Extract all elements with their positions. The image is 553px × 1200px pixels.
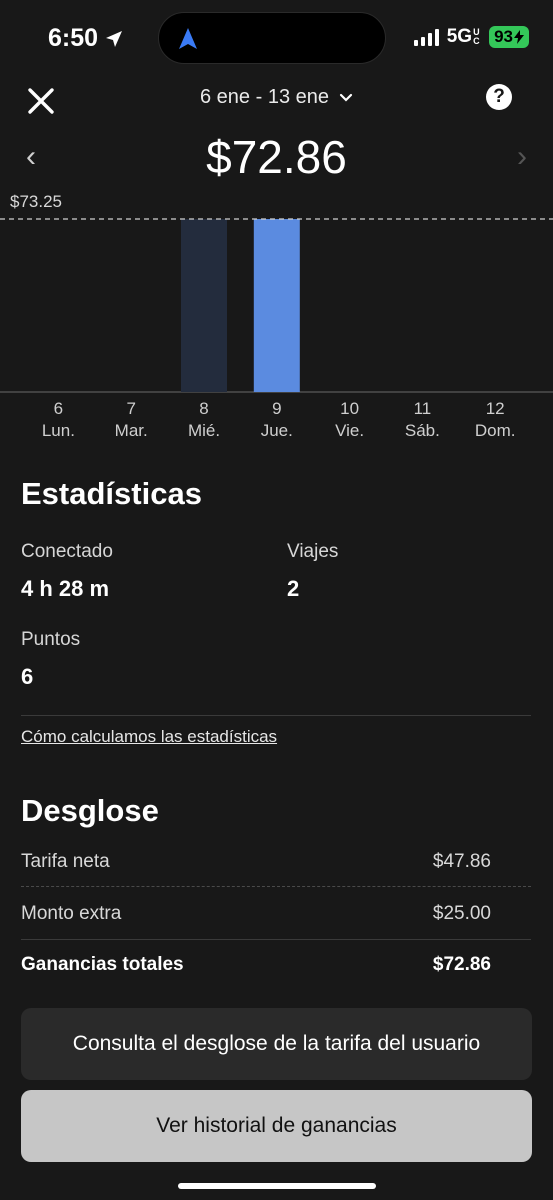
total-divider (21, 939, 531, 940)
stats-title: Estadísticas (21, 476, 202, 511)
total-earnings-value: $72.86 (432, 954, 491, 975)
day-label-3[interactable]: 9 Jue. (241, 398, 313, 442)
connected-label: Conectado (21, 541, 113, 562)
network-suffix: UC (473, 27, 480, 46)
day-name: Mar. (114, 421, 148, 440)
location-arrow-icon (106, 30, 123, 47)
trips-value: 2 (287, 576, 300, 601)
day-label-5[interactable]: 11 Sáb. (386, 398, 458, 442)
dynamic-island (158, 12, 386, 64)
date-range-label: 6 ene - 13 ene (200, 86, 329, 108)
day-number: 8 (199, 399, 209, 418)
date-range-selector[interactable]: 6 ene - 13 ene (0, 86, 553, 109)
network-type: 5G UC (447, 26, 481, 48)
signal-bars-icon (413, 28, 439, 46)
total-earnings-label: Ganancias totales (21, 954, 184, 975)
day-name: Sáb. (404, 421, 440, 440)
extra-amount-label: Monto extra (21, 903, 122, 924)
earnings-history-button[interactable]: Ver historial de ganancias (21, 1090, 532, 1162)
net-fare-label: Tarifa neta (21, 851, 110, 872)
help-icon[interactable]: ? (486, 84, 512, 110)
navigation-arrow-icon (179, 28, 197, 49)
day-label-1[interactable]: 7 Mar. (95, 398, 167, 442)
net-fare-value: $47.86 (432, 851, 491, 872)
stats-info-link[interactable]: Cómo calculamos las estadísticas (21, 727, 277, 747)
status-time: 6:50 (48, 24, 124, 53)
breakdown-divider (21, 886, 531, 887)
day-number: 11 (413, 399, 432, 418)
day-label-0[interactable]: 6 Lun. (22, 398, 94, 442)
day-name: Lun. (41, 421, 75, 440)
status-time-label: 6:50 (48, 24, 99, 52)
charging-bolt-icon (514, 30, 524, 44)
battery-indicator: 93 (489, 26, 529, 48)
day-name: Mié. (187, 421, 221, 440)
earnings-total: $72.86 (206, 131, 347, 183)
day-label-4[interactable]: 10 Vie. (314, 398, 386, 442)
day-number: 7 (126, 399, 136, 418)
day-number: 12 (485, 399, 505, 418)
connected-value: 4 h 28 m (21, 576, 110, 601)
breakdown-title: Desglose (21, 793, 159, 828)
points-label: Puntos (21, 629, 81, 650)
day-label-2[interactable]: 8 Mié. (168, 398, 240, 442)
home-indicator (178, 1183, 376, 1189)
day-name: Dom. (474, 421, 516, 440)
day-number: 6 (53, 399, 64, 418)
day-number: 9 (272, 399, 282, 418)
chevron-down-icon (339, 93, 353, 102)
network-label: 5G (446, 26, 473, 47)
earnings-chart: $73.25 6 Lun. 7 Mar. 8 Mié. 9 Jue. 10 Vie. 11 Sáb. 1… (0, 190, 553, 450)
day-name: Jue. (260, 421, 293, 440)
earnings-chart-svg (0, 218, 553, 393)
points-value: 6 (21, 664, 34, 689)
status-indicators: 5G UC 93 (413, 26, 529, 48)
fare-breakdown-button[interactable]: Consulta el desglose de la tarifa del us… (21, 1008, 532, 1080)
header: 6 ene - 13 ene ? (0, 76, 553, 124)
amount-row: ‹ $72.86 › (0, 128, 553, 188)
stats-divider (21, 715, 531, 716)
reference-line-label: $73.25 (10, 192, 62, 211)
chart-bar-2[interactable] (181, 219, 227, 392)
extra-amount-value: $25.00 (432, 903, 491, 924)
day-number: 10 (340, 399, 360, 418)
chart-bar-3[interactable] (253, 219, 300, 392)
trips-label: Viajes (287, 541, 339, 562)
next-week-button[interactable]: › (517, 140, 527, 174)
battery-level: 93 (494, 27, 513, 46)
day-name: Vie. (335, 421, 365, 440)
day-label-6[interactable]: 12 Dom. (459, 398, 531, 442)
status-bar: 6:50 5G UC 93 (0, 0, 553, 76)
